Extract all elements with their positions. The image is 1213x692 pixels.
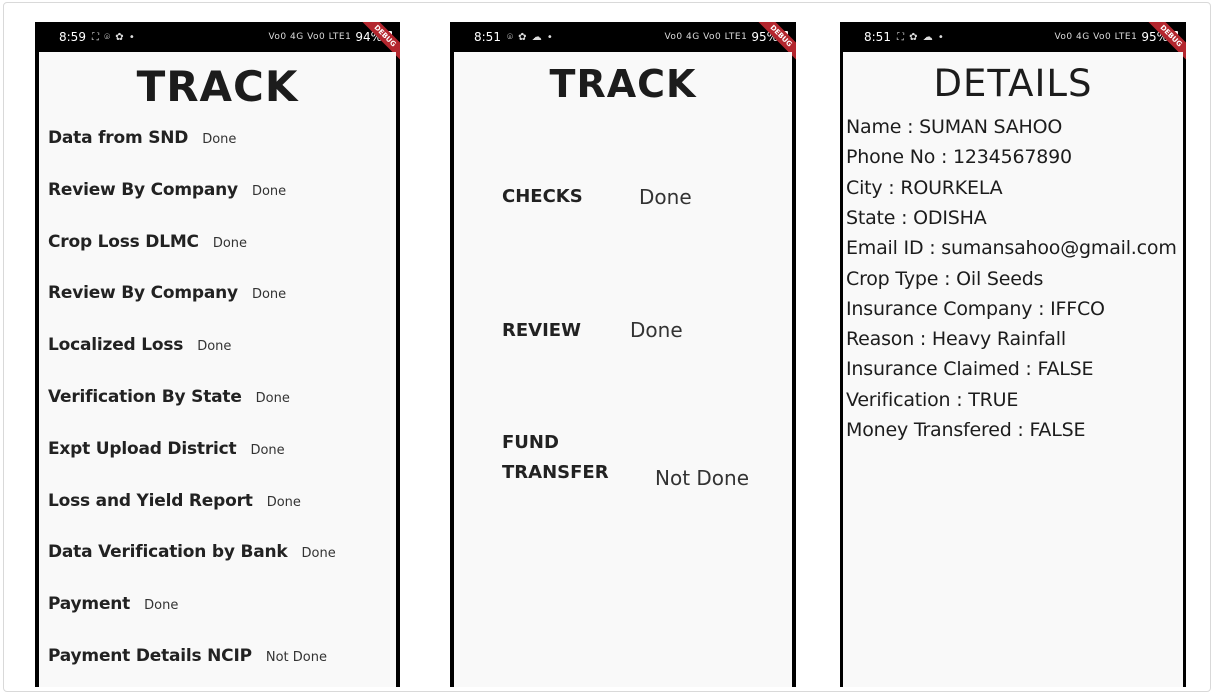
track-row-status: Done	[301, 546, 336, 562]
track-row-label: Loss and Yield Report	[48, 490, 253, 511]
track-row: Payment Details NCIP Not Done	[48, 646, 327, 666]
notification-icons: ⛶ ⌾ ✿ •	[91, 31, 136, 43]
track-row-label: Data Verification by Bank	[48, 542, 288, 563]
page-title: TRACK	[549, 62, 697, 106]
track-row-status: Not Done	[265, 650, 327, 665]
detail-line: Reason : Heavy Rainfall	[846, 328, 1066, 351]
track-row: Data from SND Done	[48, 128, 236, 148]
track-row-label: Payment Details NCIP	[48, 646, 252, 666]
track-row: Data Verification by Bank Done	[48, 542, 336, 562]
screen: TRACK CHECKS Done REVIEW Done FUND TRANS…	[454, 52, 792, 687]
signal-icon: Vo0 4G Vo0 LTE1	[1054, 32, 1138, 42]
checks-status: Done	[639, 185, 692, 209]
track-row: Loss and Yield Report Done	[48, 491, 301, 511]
detail-line: Crop Type : Oil Seeds	[846, 267, 1044, 290]
review-label: REVIEW	[502, 320, 581, 341]
fund-transfer-label: FUND TRANSFER	[502, 428, 609, 488]
detail-line: Phone No : 1234567890	[846, 146, 1072, 169]
phone-details: 8:51 ⛶ ✿ ☁ • Vo0 4G Vo0 LTE1 95% DEBUG D…	[840, 22, 1186, 687]
detail-line: Email ID : sumansahoo@gmail.com	[846, 237, 1177, 260]
status-bar: 8:51 ⌾ ✿ ☁ • Vo0 4G Vo0 LTE1 95%	[450, 22, 796, 52]
detail-line: Insurance Company : IFFCO	[846, 297, 1105, 320]
track-row-status: Done	[251, 287, 287, 303]
phone-track-list: 8:59 ⛶ ⌾ ✿ • Vo0 4G Vo0 LTE1 94% DEBUG T…	[35, 22, 400, 687]
track-row-label: Verification By State	[48, 387, 242, 407]
track-row-label: Data from SND	[48, 128, 189, 148]
track-row-label: Expt Upload District	[48, 438, 237, 459]
track-row: Review By Company Done	[48, 283, 286, 303]
fund-transfer-status: Not Done	[655, 466, 750, 490]
track-row-status: Done	[266, 494, 301, 510]
notification-icons: ⌾ ✿ ☁ •	[506, 31, 554, 43]
track-row-status: Done	[212, 235, 248, 251]
status-bar: 8:59 ⛶ ⌾ ✿ • Vo0 4G Vo0 LTE1 94%	[35, 22, 400, 52]
track-row: Localized Loss Done	[48, 335, 231, 355]
fund-transfer-label-line2: TRANSFER	[502, 462, 609, 483]
page-title: DETAILS	[933, 62, 1093, 105]
track-row-label: Crop Loss DLMC	[48, 231, 199, 252]
checks-label: CHECKS	[502, 186, 583, 207]
detail-line: Money Transfered : FALSE	[846, 419, 1086, 441]
track-row-status: Done	[255, 391, 290, 406]
notification-icons: ⛶ ✿ ☁ •	[896, 31, 945, 43]
track-row-label: Payment	[48, 594, 131, 615]
signal-icon: Vo0 4G Vo0 LTE1	[268, 32, 352, 42]
detail-line: Verification : TRUE	[846, 388, 1019, 411]
track-row-label: Localized Loss	[48, 335, 184, 356]
detail-line: City : ROURKELA	[846, 176, 1003, 199]
page-title: TRACK	[136, 62, 299, 111]
track-row-label: Review By Company	[48, 179, 238, 200]
track-row: Review By Company Done	[48, 180, 286, 200]
track-row-status: Done	[144, 598, 179, 614]
status-bar: 8:51 ⛶ ✿ ☁ • Vo0 4G Vo0 LTE1 95%	[840, 22, 1186, 52]
track-row: Expt Upload District Done	[48, 439, 285, 459]
screen: DETAILS Name : SUMAN SAHOO Phone No : 123…	[843, 52, 1183, 687]
status-time: 8:59	[59, 30, 86, 44]
signal-icon: Vo0 4G Vo0 LTE1	[664, 32, 748, 42]
track-row: Crop Loss DLMC Done	[48, 232, 247, 252]
track-row: Payment Done	[48, 594, 178, 614]
track-row-label: Review By Company	[48, 283, 238, 304]
review-status: Done	[630, 318, 683, 342]
fund-transfer-label-line1: FUND	[502, 432, 559, 453]
status-time: 8:51	[474, 30, 501, 44]
detail-line: State : ODISHA	[846, 206, 987, 229]
track-row: Verification By State Done	[48, 387, 290, 407]
track-row-status: Done	[250, 442, 285, 458]
detail-line: Name : SUMAN SAHOO	[846, 116, 1063, 138]
status-time: 8:51	[864, 30, 891, 44]
detail-line: Insurance Claimed : FALSE	[846, 358, 1094, 381]
track-row-status: Done	[202, 132, 237, 147]
track-row-status: Done	[197, 339, 232, 355]
track-row-status: Done	[251, 183, 287, 199]
screen: TRACK Data from SND Done Review By Company…	[39, 52, 396, 687]
phone-track-summary: 8:51 ⌾ ✿ ☁ • Vo0 4G Vo0 LTE1 95% DEBUG T…	[450, 22, 796, 687]
